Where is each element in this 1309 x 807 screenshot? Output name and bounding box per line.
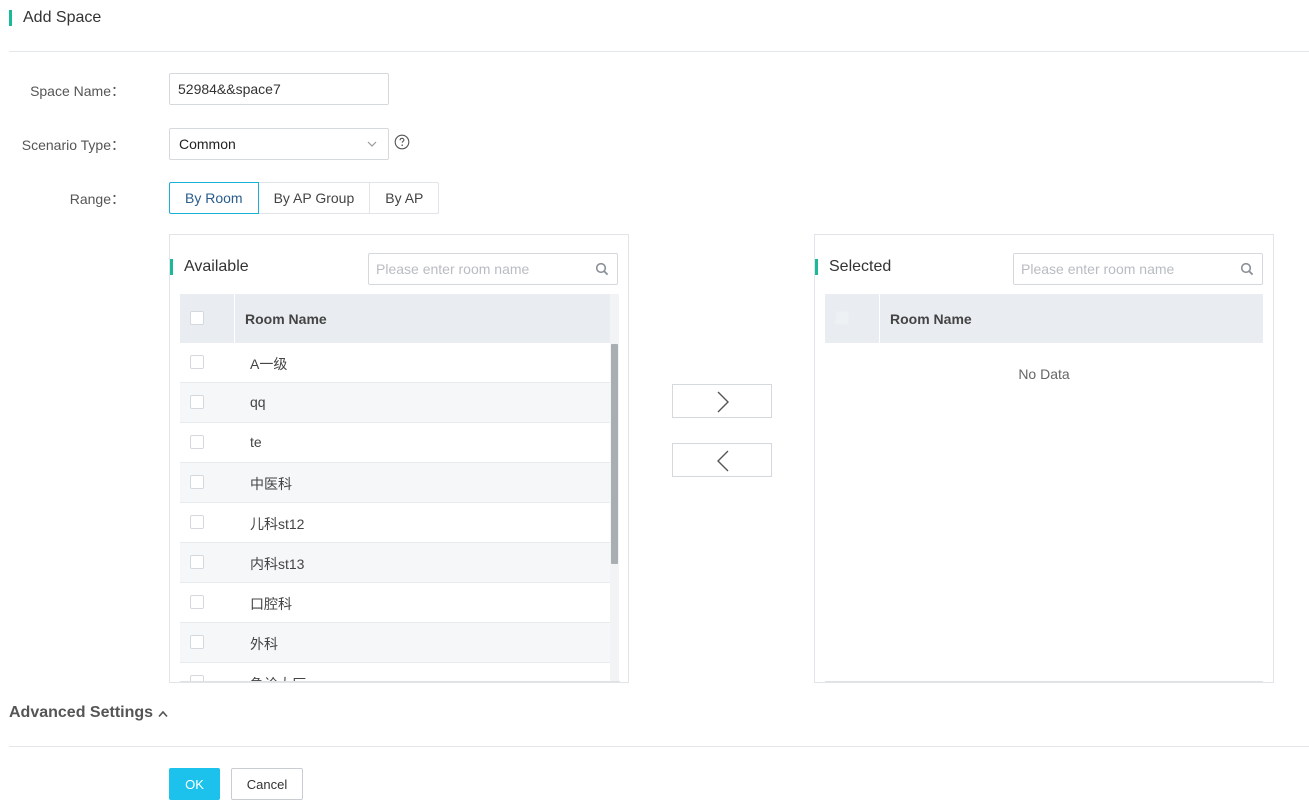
table-row[interactable]: 急诊大厅 bbox=[180, 663, 610, 682]
ok-button[interactable]: OK bbox=[169, 768, 220, 800]
scenario-type-label: Scenario Type： bbox=[21, 137, 125, 153]
chevron-down-icon bbox=[367, 141, 377, 147]
range-option-by-ap-group[interactable]: By AP Group bbox=[257, 182, 371, 214]
table-row[interactable]: qq bbox=[180, 383, 610, 423]
move-right-button[interactable] bbox=[672, 384, 772, 418]
selected-search-input[interactable] bbox=[1014, 254, 1234, 284]
header-checkbox-cell bbox=[825, 294, 880, 343]
available-table-body: A一级 qq te 中医科 儿科st12 内科st13 口腔科 外科 bbox=[180, 343, 610, 682]
footer-divider bbox=[9, 746, 1309, 747]
horizontal-scrollbar[interactable] bbox=[825, 681, 1263, 682]
room-name-cell: A一级 bbox=[250, 356, 288, 372]
selected-accent-bar bbox=[815, 259, 818, 275]
room-name-cell: 内科st13 bbox=[250, 556, 305, 572]
row-checkbox[interactable] bbox=[190, 395, 204, 409]
search-icon[interactable] bbox=[595, 262, 609, 276]
cancel-button[interactable]: Cancel bbox=[231, 768, 303, 800]
table-row[interactable]: 中医科 bbox=[180, 463, 610, 503]
row-checkbox[interactable] bbox=[190, 435, 204, 449]
table-row[interactable]: A一级 bbox=[180, 343, 610, 383]
room-name-cell: 中医科 bbox=[250, 476, 292, 492]
page-header: Add Space bbox=[9, 0, 1309, 52]
available-accent-bar bbox=[170, 259, 173, 275]
row-checkbox[interactable] bbox=[190, 635, 204, 649]
horizontal-scrollbar[interactable] bbox=[180, 681, 620, 682]
room-name-column-header: Room Name bbox=[890, 311, 972, 327]
table-row[interactable]: 口腔科 bbox=[180, 583, 610, 623]
search-icon[interactable] bbox=[1240, 262, 1254, 276]
available-panel: Available Room Name A一级 qq te 中医科 bbox=[169, 234, 629, 683]
select-all-checkbox[interactable] bbox=[190, 311, 204, 325]
page-title: Add Space bbox=[23, 9, 102, 26]
vertical-scrollbar-thumb[interactable] bbox=[611, 344, 618, 564]
range-option-by-ap[interactable]: By AP bbox=[369, 182, 440, 214]
row-checkbox[interactable] bbox=[190, 595, 204, 609]
selected-panel: Selected Room Name No Data bbox=[814, 234, 1274, 683]
room-name-cell: 外科 bbox=[250, 636, 278, 652]
available-title: Available bbox=[184, 258, 249, 275]
available-search bbox=[368, 253, 618, 285]
range-segmented-control: By Room By AP Group By AP bbox=[169, 182, 440, 214]
available-search-input[interactable] bbox=[369, 254, 589, 284]
select-all-checkbox-disabled bbox=[835, 311, 849, 325]
chevron-up-icon[interactable] bbox=[157, 709, 169, 719]
space-name-input[interactable] bbox=[169, 73, 389, 105]
range-option-by-room[interactable]: By Room bbox=[169, 182, 259, 214]
empty-state-text: No Data bbox=[1018, 366, 1070, 382]
advanced-settings-toggle[interactable]: Advanced Settings bbox=[9, 704, 153, 722]
chevron-left-icon bbox=[717, 450, 729, 472]
row-checkbox[interactable] bbox=[190, 515, 204, 529]
row-checkbox[interactable] bbox=[190, 355, 204, 369]
question-circle-icon[interactable] bbox=[394, 134, 410, 150]
room-name-cell: 口腔科 bbox=[250, 596, 292, 612]
move-left-button[interactable] bbox=[672, 443, 772, 477]
table-row[interactable]: 儿科st12 bbox=[180, 503, 610, 543]
available-table-header: Room Name bbox=[180, 294, 610, 343]
table-row[interactable]: 外科 bbox=[180, 623, 610, 663]
room-name-cell: 儿科st12 bbox=[250, 516, 305, 532]
room-name-column-header: Room Name bbox=[245, 311, 327, 327]
scenario-type-select[interactable]: Common bbox=[169, 128, 389, 160]
room-name-cell: te bbox=[250, 434, 262, 450]
row-checkbox[interactable] bbox=[190, 555, 204, 569]
room-name-cell: qq bbox=[250, 394, 266, 410]
table-row[interactable]: te bbox=[180, 423, 610, 463]
space-name-label: Space Name： bbox=[30, 83, 125, 99]
selected-table-header: Room Name bbox=[825, 294, 1263, 343]
selected-title: Selected bbox=[829, 258, 892, 275]
selected-search bbox=[1013, 253, 1263, 285]
range-label: Range： bbox=[69, 191, 125, 207]
row-checkbox[interactable] bbox=[190, 475, 204, 489]
title-accent-bar bbox=[9, 10, 12, 26]
table-row[interactable]: 内科st13 bbox=[180, 543, 610, 583]
chevron-right-icon bbox=[717, 391, 729, 413]
header-checkbox-cell bbox=[180, 294, 235, 343]
scenario-type-value: Common bbox=[179, 136, 236, 152]
